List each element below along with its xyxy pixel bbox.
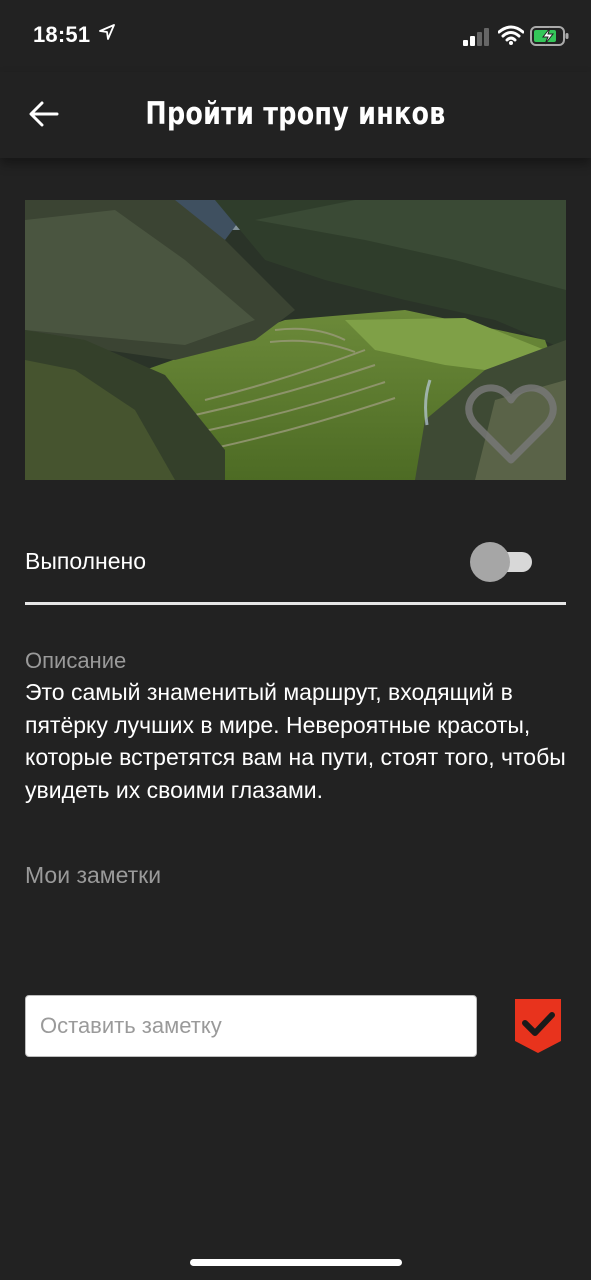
page-title: Пройти тропу инков: [145, 96, 446, 132]
status-time: 18:51: [33, 22, 91, 47]
description-heading: Описание: [25, 648, 127, 673]
completed-toggle[interactable]: [470, 542, 534, 582]
app-header: Пройти тропу инков: [0, 72, 591, 158]
cellular-signal-icon: [463, 28, 491, 51]
status-bar: 18:51: [0, 0, 591, 72]
completed-label: Выполнено: [25, 548, 147, 574]
location-arrow-icon: [99, 24, 115, 45]
save-note-button[interactable]: [513, 997, 563, 1055]
note-input[interactable]: [25, 995, 477, 1057]
checkmark-badge-icon: [515, 999, 561, 1053]
home-indicator: [190, 1259, 402, 1266]
favorite-button[interactable]: [463, 382, 559, 468]
battery-charging-icon: [530, 25, 570, 52]
toggle-knob: [470, 542, 510, 582]
notes-heading: Мои заметки: [25, 862, 162, 888]
heart-outline-icon: [465, 384, 557, 464]
description-text: Это самый знаменитый маршрут, входящий в…: [25, 679, 566, 803]
wifi-icon: [497, 25, 525, 50]
divider: [25, 602, 566, 605]
